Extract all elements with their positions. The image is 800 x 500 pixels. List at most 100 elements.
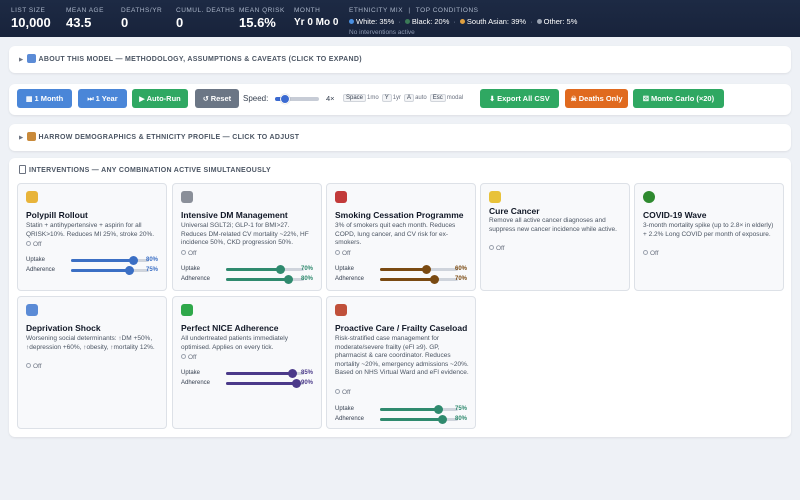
uptake-slider[interactable] (380, 265, 458, 274)
slider-handle[interactable] (287, 369, 297, 378)
download-icon: ⬇ (489, 96, 496, 103)
adherence-slider-row[interactable]: Adherence 80% (181, 275, 313, 284)
uptake-slider[interactable] (226, 265, 304, 274)
slider-handle[interactable] (276, 265, 286, 274)
intervention-card-covid-wave[interactable]: COVID-19 Wave 3-month mortality spike (u… (634, 183, 784, 291)
slider-handle[interactable] (434, 405, 443, 414)
stat-month: MONTH Yr 0 Mo 0 (294, 7, 339, 28)
adherence-slider-row[interactable]: Adherence 75% (26, 266, 158, 275)
play-icon: ▶ (139, 96, 145, 103)
intervention-card-proactive-care[interactable]: Proactive Care / Frailty Caseload Risk-s… (326, 296, 476, 429)
expand-triangle-icon: ▶ (19, 57, 24, 63)
adherence-slider-row[interactable]: Adherence 70% (335, 275, 467, 284)
slider-handle[interactable] (125, 266, 134, 275)
shortcut-hints: Space 1mo Y 1yr Aauto Esc modal (343, 94, 463, 102)
status-toggle[interactable]: Off (335, 389, 351, 396)
stat-mean-age: MEAN AGE 43.5 (66, 7, 104, 30)
speed-slider[interactable] (275, 94, 319, 104)
ethnicity-other: Other: 5% (536, 17, 577, 26)
step-year-button[interactable]: ⏭ 1 Year (78, 89, 127, 108)
uptake-slider-row[interactable]: Uptake 60% (335, 265, 467, 274)
uptake-slider-row[interactable]: Uptake 70% (181, 265, 313, 274)
status-toggle[interactable]: Off (181, 250, 197, 257)
header-separator: | (408, 7, 411, 14)
status-toggle[interactable]: Off (26, 363, 42, 370)
card-title: COVID-19 Wave (643, 210, 707, 220)
stat-cumulative-deaths: CUMUL. DEATHS 0 (176, 7, 236, 30)
card-description: 3-month mortality spike (up to 2.8× in e… (643, 222, 774, 238)
adherence-slider[interactable] (226, 275, 304, 284)
stats-header: LIST SIZE 10,000 MEAN AGE 43.5 DEATHS/YR… (0, 0, 800, 37)
intervention-card-perfect-nice[interactable]: Perfect NICE Adherence All undertreated … (172, 296, 322, 429)
slider-fill (226, 278, 289, 281)
slider-handle[interactable] (422, 265, 432, 274)
slider-handle[interactable] (128, 256, 138, 265)
intervention-card-cure-cancer[interactable]: Cure Cancer Remove all active cancer dia… (480, 183, 630, 291)
adherence-slider[interactable] (380, 275, 458, 284)
card-description: Statin + antihypertensive + aspirin for … (26, 222, 155, 238)
about-panel[interactable]: ▶ ABOUT THIS MODEL — METHODOLOGY, ASSUMPT… (9, 46, 791, 73)
intervention-card-deprivation-shock[interactable]: Deprivation Shock Worsening social deter… (17, 296, 167, 429)
stethoscope-icon (181, 191, 193, 203)
fast-forward-icon: ⏭ (87, 96, 94, 103)
export-csv-button[interactable]: ⬇ Export All CSV (480, 89, 559, 108)
speed-slider-handle[interactable] (279, 94, 290, 104)
legend-dot (536, 19, 542, 24)
monte-carlo-button[interactable]: ⚄ Monte Carlo (×20) (633, 89, 724, 108)
slider-handle[interactable] (291, 379, 301, 388)
status-toggle[interactable]: Off (181, 354, 197, 361)
simulation-toolbar: ▦ 1 Month ⏭ 1 Year ▶ Auto-Run ↺ Reset Speed:… (9, 84, 791, 115)
uptake-slider[interactable] (226, 369, 304, 378)
intervention-card-smoking-cessation[interactable]: Smoking Cessation Programme 3% of smoker… (326, 183, 476, 291)
status-toggle[interactable]: Off (643, 250, 659, 257)
step-month-button[interactable]: ▦ 1 Month (17, 89, 72, 108)
about-toggle[interactable]: ▶ ABOUT THIS MODEL — METHODOLOGY, ASSUMPT… (9, 46, 791, 73)
intervention-card-intensive-dm[interactable]: Intensive DM Management Universal SGLT2i… (172, 183, 322, 291)
slider-handle[interactable] (437, 415, 447, 424)
off-indicator-icon (489, 245, 494, 250)
check-icon (181, 304, 193, 316)
ethnicity-black: Black: 20% (404, 17, 449, 26)
slider-handle[interactable] (430, 275, 440, 284)
demographics-panel[interactable]: ▶ HARROW DEMOGRAPHICS & ETHNICITY PROFILE… (9, 124, 791, 151)
adherence-slider-row[interactable]: Adherence 90% (181, 379, 313, 388)
calendar-icon: ▦ (25, 96, 33, 103)
adherence-slider[interactable] (71, 266, 149, 275)
deaths-only-button[interactable]: ☠ Deaths Only (565, 89, 628, 108)
slider-fill (226, 268, 281, 271)
uptake-slider[interactable] (71, 256, 149, 265)
status-toggle[interactable]: Off (335, 250, 351, 257)
stat-mean-qrisk: MEAN QRISK 15.6% (239, 7, 285, 30)
speed-value: 4× (326, 94, 335, 103)
card-description: Worsening social determinants: ↑DM +50%,… (26, 335, 155, 351)
adherence-slider[interactable] (226, 379, 304, 388)
stat-deaths-yr: DEATHS/YR 0 (121, 7, 163, 30)
card-description: Remove all active cancer diagnoses and s… (489, 217, 617, 233)
hospital-icon (335, 304, 347, 316)
people-icon (26, 132, 36, 141)
auto-run-button[interactable]: ▶ Auto-Run (132, 89, 188, 108)
ethnicity-row: White: 35% · Black: 20% · South Asian: 39% · O… (349, 17, 581, 26)
status-toggle[interactable]: Off (489, 245, 505, 252)
reset-button[interactable]: ↺ Reset (195, 89, 239, 108)
uptake-slider-row[interactable]: Uptake 80% (26, 256, 158, 265)
legend-dot (349, 19, 354, 24)
chart-down-icon (26, 304, 38, 316)
status-toggle[interactable]: Off (26, 241, 42, 248)
speed-label: Speed: (243, 94, 269, 103)
legend-dot (459, 19, 465, 24)
ethnicity-mix: ETHNICITY MIX | TOP CONDITIONS White: 35… (349, 7, 581, 36)
uptake-slider-row[interactable]: Uptake 75% (335, 405, 467, 414)
demographics-toggle[interactable]: ▶ HARROW DEMOGRAPHICS & ETHNICITY PROFILE… (9, 124, 791, 151)
card-title: Polypill Rollout (26, 210, 88, 220)
uptake-slider-row[interactable]: Uptake 85% (181, 369, 313, 378)
slider-handle[interactable] (283, 275, 293, 284)
card-title: Perfect NICE Adherence (181, 323, 279, 333)
adherence-slider-row[interactable]: Adherence 80% (335, 415, 467, 424)
intervention-card-polypill[interactable]: Polypill Rollout Statin + antihypertensi… (17, 183, 167, 291)
slider-fill (226, 372, 293, 375)
adherence-slider[interactable] (380, 415, 458, 424)
uptake-slider[interactable] (380, 405, 458, 414)
info-icon (26, 54, 36, 63)
off-indicator-icon (181, 354, 186, 359)
